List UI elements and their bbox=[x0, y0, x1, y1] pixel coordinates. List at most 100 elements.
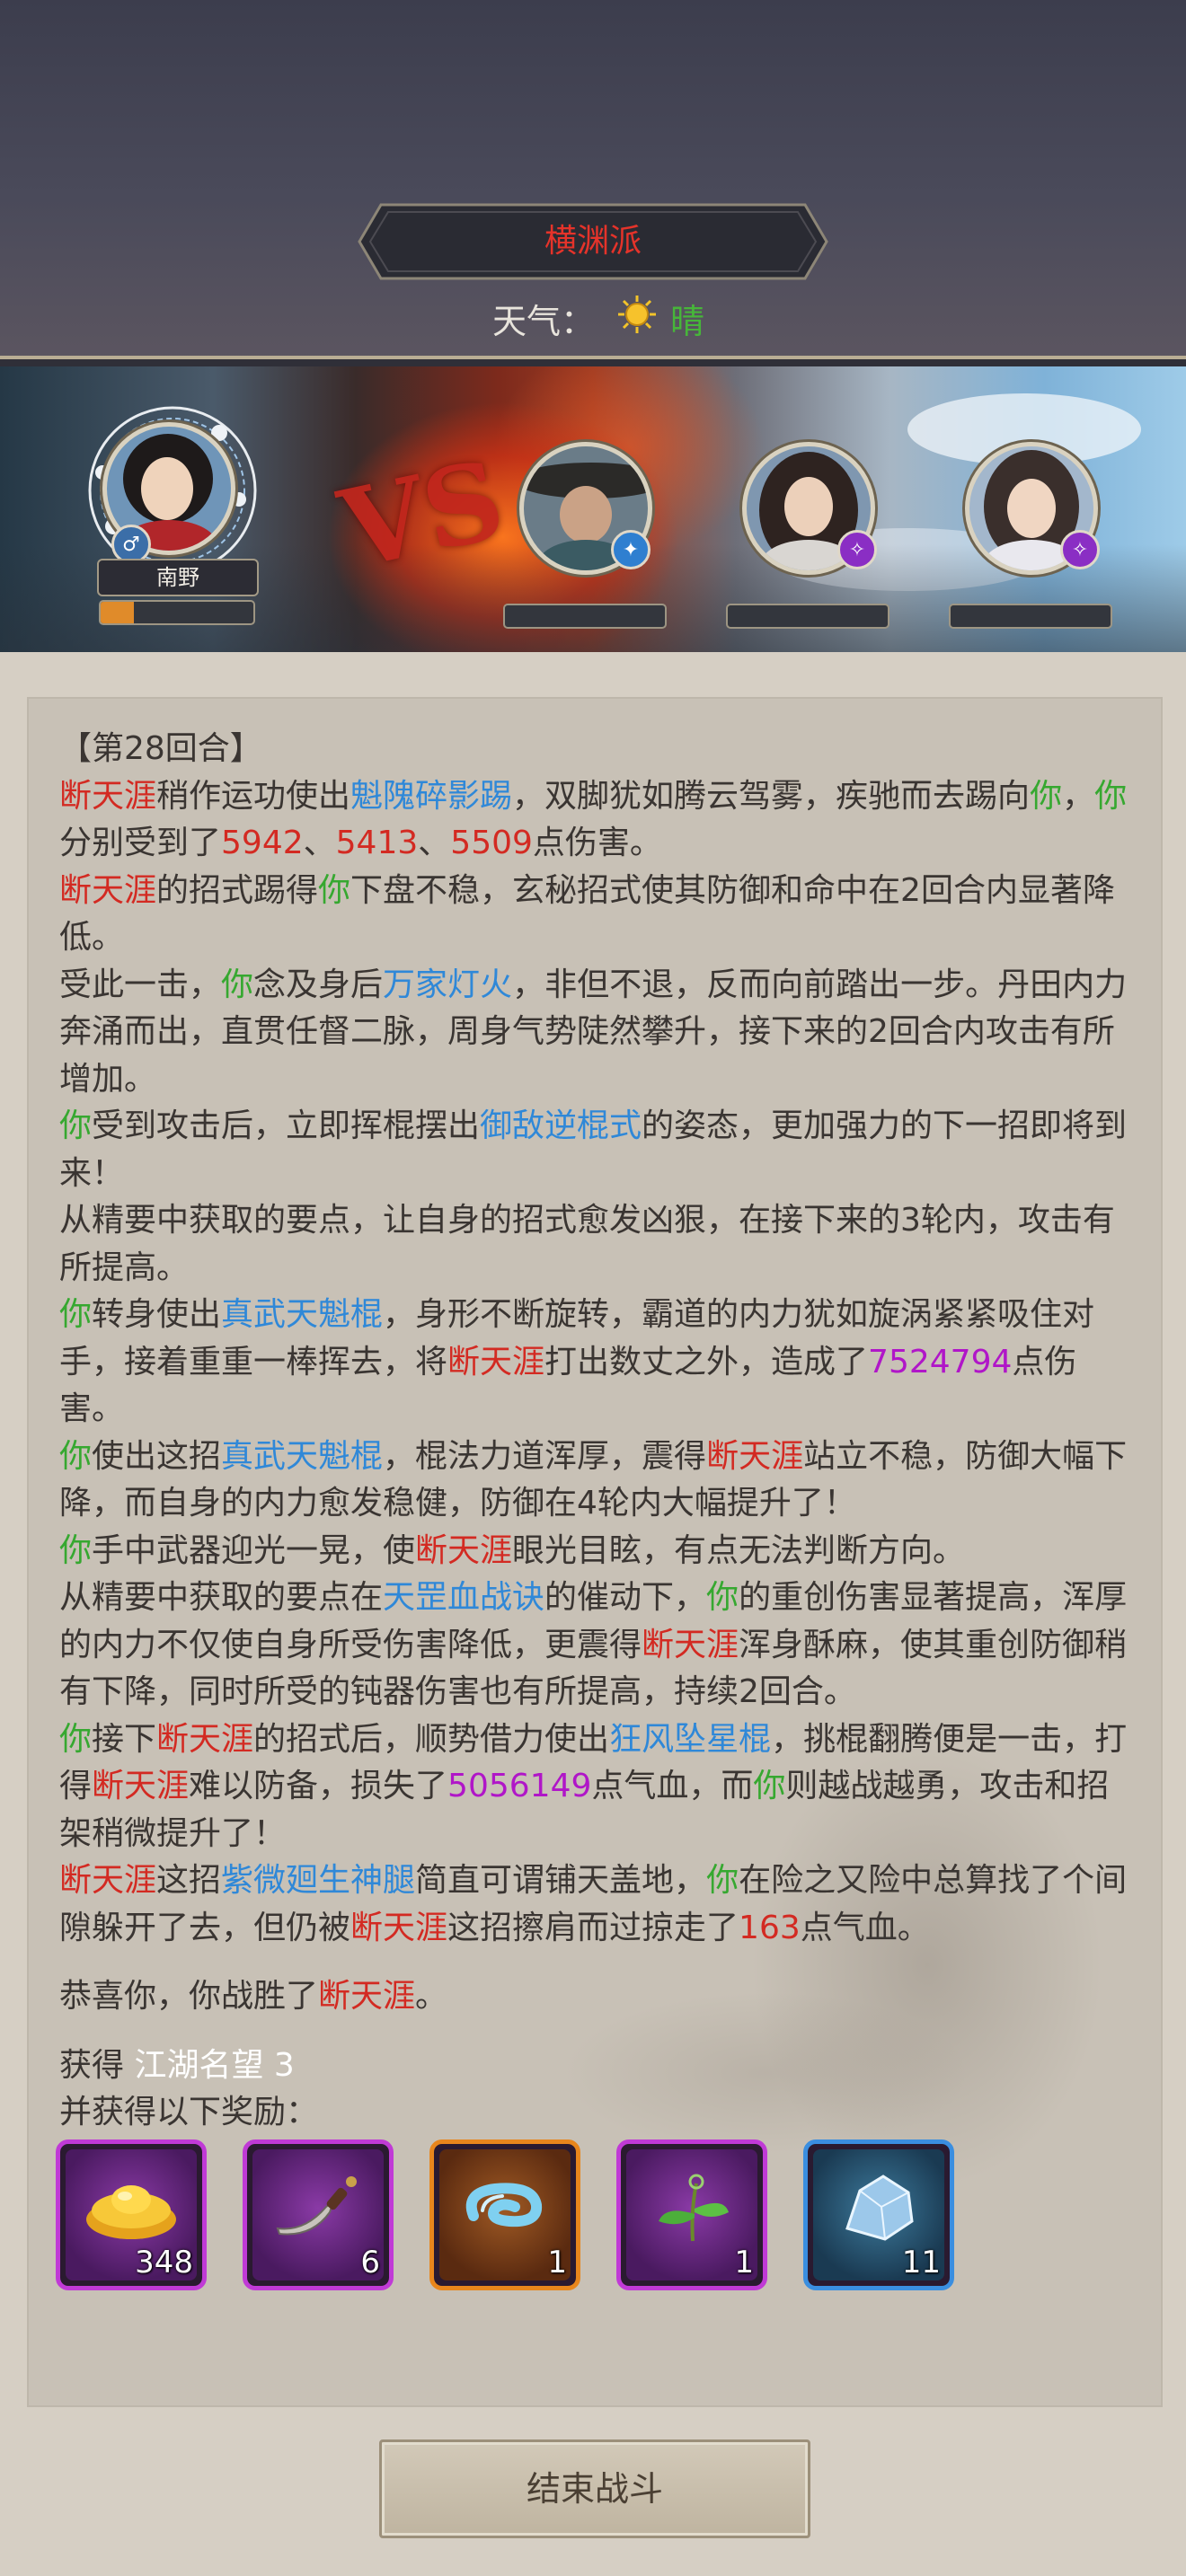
weather-value: 晴 bbox=[670, 301, 705, 341]
log-highlight-red: 5942 bbox=[221, 825, 304, 861]
log-text: 转身使出 bbox=[92, 1296, 222, 1333]
log-highlight-red: 断天涯 bbox=[706, 1437, 804, 1475]
log-highlight-green: 你 bbox=[59, 1720, 93, 1758]
log-highlight-green: 你 bbox=[753, 1768, 786, 1804]
log-entry: 你使出这招真武天魁棍，棍法力道浑厚，震得断天涯站立不稳，防御大幅下降，而自身的内… bbox=[59, 1434, 1137, 1528]
battle-scene: VS ♂ 南野 ✦ ✧ ✧ bbox=[0, 366, 1186, 652]
log-highlight-red: 断天涯 bbox=[447, 1343, 545, 1381]
log-text: 点气血，而 bbox=[591, 1768, 754, 1804]
log-highlight-red: 5413 bbox=[335, 825, 419, 861]
log-text: 眼光目眩，有点无法判断方向。 bbox=[512, 1531, 966, 1569]
log-highlight-green: 你 bbox=[1030, 777, 1063, 815]
sect-name: 横渊派 bbox=[544, 223, 642, 260]
log-text: 从精要中获取的要点在 bbox=[59, 1579, 384, 1616]
log-highlight-red: 断天涯 bbox=[59, 777, 157, 815]
weather-indicator: 天气： 晴 bbox=[492, 293, 704, 343]
log-highlight-green: 你 bbox=[59, 1107, 93, 1144]
log-highlight-blue: 天罡血战诀 bbox=[383, 1579, 545, 1616]
player-hp-bar bbox=[99, 600, 255, 625]
player-name-plate: 南野 bbox=[97, 559, 259, 596]
weather-label: 天气： bbox=[492, 301, 596, 341]
log-highlight-red: 断天涯 bbox=[415, 1531, 513, 1569]
log-entry: 受此一击，你念及身后万家灯火，非但不退，反而向前踏出一步。丹田内力奔涌而出，直贯… bbox=[59, 962, 1137, 1104]
log-text: 这招 bbox=[156, 1862, 222, 1899]
round-header: 【第28回合】 bbox=[59, 730, 262, 767]
battle-log-panel[interactable]: 【第28回合】 断天涯稍作运功使出魁隗碎影踢，双脚犹如腾云驾雾，疾驰而去踢向你，… bbox=[27, 697, 1163, 2407]
log-text: ，棍法力道浑厚，震得 bbox=[383, 1437, 707, 1475]
log-highlight-red: 5509 bbox=[450, 825, 533, 861]
reward-count: 1 bbox=[734, 2245, 754, 2280]
log-entry: 你接下断天涯的招式后，顺势借力使出狂风坠星棍，挑棍翻腾便是一击，打得断天涯难以防… bbox=[59, 1716, 1137, 1858]
log-text: 简直可谓铺天盖地， bbox=[415, 1862, 707, 1899]
log-highlight-red: 断天涯 bbox=[318, 1978, 416, 2015]
log-highlight-blue: 狂风坠星棍 bbox=[609, 1720, 772, 1758]
log-text: 从精要中获取的要点，让自身的招式愈发凶狠，在接下来的3轮内，攻击有所提高。 bbox=[59, 1202, 1115, 1286]
log-text: 。 bbox=[415, 1978, 448, 2015]
reward-count: 11 bbox=[901, 2245, 941, 2280]
log-highlight-green: 你 bbox=[706, 1862, 739, 1899]
blue-element-icon: ✦ bbox=[611, 530, 651, 569]
log-highlight-green: 你 bbox=[59, 1531, 93, 1569]
log-entry: 你手中武器迎光一晃，使断天涯眼光目眩，有点无法判断方向。 bbox=[59, 1528, 1137, 1575]
purple-element-icon: ✧ bbox=[1060, 530, 1100, 569]
log-highlight-purple: 5056149 bbox=[447, 1768, 592, 1804]
log-text: 手中武器迎光一晃，使 bbox=[92, 1531, 416, 1569]
crystal-ore-icon bbox=[829, 2166, 928, 2250]
log-highlight-red: 断天涯 bbox=[642, 1626, 739, 1663]
log-text: 念及身后 bbox=[253, 966, 384, 1003]
battle-log: 【第28回合】 断天涯稍作运功使出魁隗碎影踢，双脚犹如腾云驾雾，疾驰而去踢向你，… bbox=[59, 726, 1137, 2137]
purple-element-icon: ✧ bbox=[837, 530, 877, 569]
gain-value: 江湖名望 3 bbox=[134, 2046, 295, 2084]
gain-label: 获得 bbox=[59, 2046, 125, 2084]
log-text: 接下 bbox=[92, 1720, 157, 1758]
log-highlight-blue: 万家灯火 bbox=[383, 966, 513, 1003]
reward-item[interactable]: 1 bbox=[616, 2139, 767, 2290]
reward-item[interactable]: 6 bbox=[243, 2139, 394, 2290]
dagger-icon bbox=[269, 2166, 367, 2250]
log-highlight-blue: 御敌逆棍式 bbox=[480, 1107, 642, 1144]
log-highlight-blue: 真武天魁棍 bbox=[221, 1437, 384, 1475]
log-text: 恭喜你，你战胜了 bbox=[59, 1978, 319, 2015]
enemy-hp-bar bbox=[949, 604, 1112, 629]
log-text: 打出数丈之外，造成了 bbox=[544, 1343, 869, 1381]
log-text: 、 bbox=[418, 825, 451, 861]
log-highlight-red: 断天涯 bbox=[59, 1862, 157, 1899]
reward-item[interactable]: 1 bbox=[429, 2139, 580, 2290]
reward-count: 1 bbox=[547, 2245, 567, 2280]
reward-list: 348 6 1 1 11 bbox=[56, 2139, 990, 2290]
log-text: 分别受到了 bbox=[59, 825, 222, 861]
log-highlight-purple: 7524794 bbox=[868, 1343, 1013, 1381]
reward-label: 并获得以下奖励： bbox=[59, 2094, 319, 2130]
log-entry: 断天涯稍作运功使出魁隗碎影踢，双脚犹如腾云驾雾，疾驰而去踢向你，你分别受到了59… bbox=[59, 773, 1137, 868]
reward-count: 348 bbox=[135, 2245, 193, 2280]
reward-count: 6 bbox=[360, 2245, 380, 2280]
log-entry: 从精要中获取的要点，让自身的招式愈发凶狠，在接下来的3轮内，攻击有所提高。 bbox=[59, 1197, 1137, 1292]
sun-icon bbox=[616, 294, 658, 343]
log-text: 受此一击， bbox=[59, 966, 222, 1003]
log-highlight-red: 断天涯 bbox=[59, 871, 157, 909]
log-highlight-green: 你 bbox=[59, 1296, 93, 1333]
log-highlight-blue: 魁隗碎影踢 bbox=[350, 777, 513, 815]
swirl-essence-icon bbox=[456, 2166, 554, 2250]
log-text: 的催动下， bbox=[544, 1579, 707, 1616]
log-entry: 断天涯的招式踢得你下盘不稳，玄秘招式使其防御和命中在2回合内显著降低。 bbox=[59, 868, 1137, 962]
log-text: ， bbox=[1062, 777, 1095, 815]
log-text: 这招擦肩而过掠走了 bbox=[447, 1909, 739, 1946]
header: 横渊派 天气： 晴 bbox=[0, 0, 1186, 359]
log-highlight-green: 你 bbox=[706, 1579, 739, 1616]
log-highlight-red: 断天涯 bbox=[92, 1768, 190, 1804]
log-highlight-blue: 紫微廻生神腿 bbox=[221, 1862, 416, 1899]
log-highlight-green: 你 bbox=[221, 966, 254, 1003]
herb-icon bbox=[642, 2166, 741, 2250]
reward-item[interactable]: 11 bbox=[803, 2139, 954, 2290]
gain-line: 获得 江湖名望 3 bbox=[59, 2042, 1137, 2090]
reward-item[interactable]: 348 bbox=[56, 2139, 207, 2290]
log-text: 受到攻击后，立即挥棍摆出 bbox=[92, 1107, 481, 1144]
end-battle-button[interactable]: 结束战斗 bbox=[379, 2439, 810, 2538]
sect-banner: 横渊派 bbox=[358, 203, 828, 280]
log-entry: 你转身使出真武天魁棍，身形不断旋转，霸道的内力犹如旋涡紧紧吸住对手，接着重重一棒… bbox=[59, 1292, 1137, 1434]
log-highlight-red: 断天涯 bbox=[350, 1909, 448, 1946]
log-entry: 你受到攻击后，立即挥棍摆出御敌逆棍式的姿态，更加强力的下一招即将到来！ bbox=[59, 1103, 1137, 1197]
